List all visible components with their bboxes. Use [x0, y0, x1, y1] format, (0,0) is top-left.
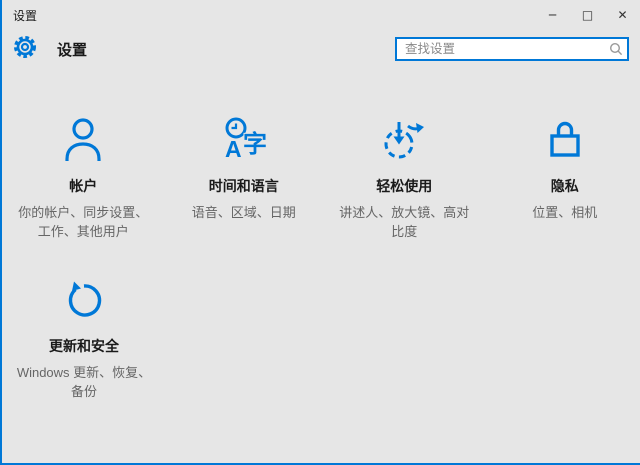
tile-update-security[interactable]: 更新和安全 Windows 更新、恢复、备份: [8, 276, 160, 401]
clock-language-icon: A 字: [169, 116, 320, 164]
tile-title: 轻松使用: [376, 178, 433, 194]
maximize-button[interactable]: □: [570, 0, 605, 30]
refresh-icon: [8, 276, 160, 322]
search-input[interactable]: [395, 37, 629, 61]
tile-title: 隐私: [550, 178, 579, 194]
tile-description: 位置、相机: [532, 205, 598, 220]
window-title: 设置: [13, 8, 38, 23]
person-icon: [8, 116, 159, 162]
tile-title: 更新和安全: [49, 338, 119, 354]
window-controls: ─ □ ✕: [535, 0, 640, 30]
page-title: 设置: [57, 41, 88, 59]
header: 设置: [2, 30, 640, 66]
close-button[interactable]: ✕: [605, 0, 640, 30]
tile-title: 时间和语言: [208, 178, 279, 194]
svg-text:A: A: [225, 136, 242, 162]
tile-description: 讲述人、放大镜、高对比度: [339, 205, 470, 239]
tile-description: 语音、区域、日期: [191, 205, 296, 220]
tiles-grid: 帐户 你的帐户、同步设置、工作、其他用户 A 字 时间和语言 语音、区域、日期: [2, 116, 640, 401]
tile-privacy[interactable]: 隐私 位置、相机: [490, 116, 640, 276]
search-box: [395, 37, 629, 61]
tile-accounts[interactable]: 帐户 你的帐户、同步设置、工作、其他用户: [8, 116, 159, 276]
ease-of-access-icon: [329, 116, 480, 162]
minimize-button[interactable]: ─: [535, 0, 570, 30]
gear-icon: [13, 35, 37, 64]
titlebar: 设置 ─ □ ✕: [2, 0, 640, 30]
settings-window: 设置 ─ □ ✕ 设置 查找设置 帐户 你的帐户、同步设置、工作、其他用户 A …: [0, 0, 640, 465]
tile-title: 帐户: [69, 178, 98, 194]
tile-row-1: 帐户 你的帐户、同步设置、工作、其他用户 A 字 时间和语言 语音、区域、日期: [8, 116, 640, 276]
search-icon[interactable]: [608, 41, 624, 62]
tile-ease-of-access[interactable]: 轻松使用 讲述人、放大镜、高对比度: [329, 116, 480, 276]
tile-description: 你的帐户、同步设置、工作、其他用户: [18, 205, 149, 239]
tile-row-2: 更新和安全 Windows 更新、恢复、备份: [8, 276, 640, 401]
svg-text:字: 字: [243, 130, 267, 158]
tile-description: Windows 更新、恢复、备份: [16, 365, 152, 399]
tile-time-language[interactable]: A 字 时间和语言 语音、区域、日期: [169, 116, 320, 276]
lock-icon: [490, 116, 640, 162]
